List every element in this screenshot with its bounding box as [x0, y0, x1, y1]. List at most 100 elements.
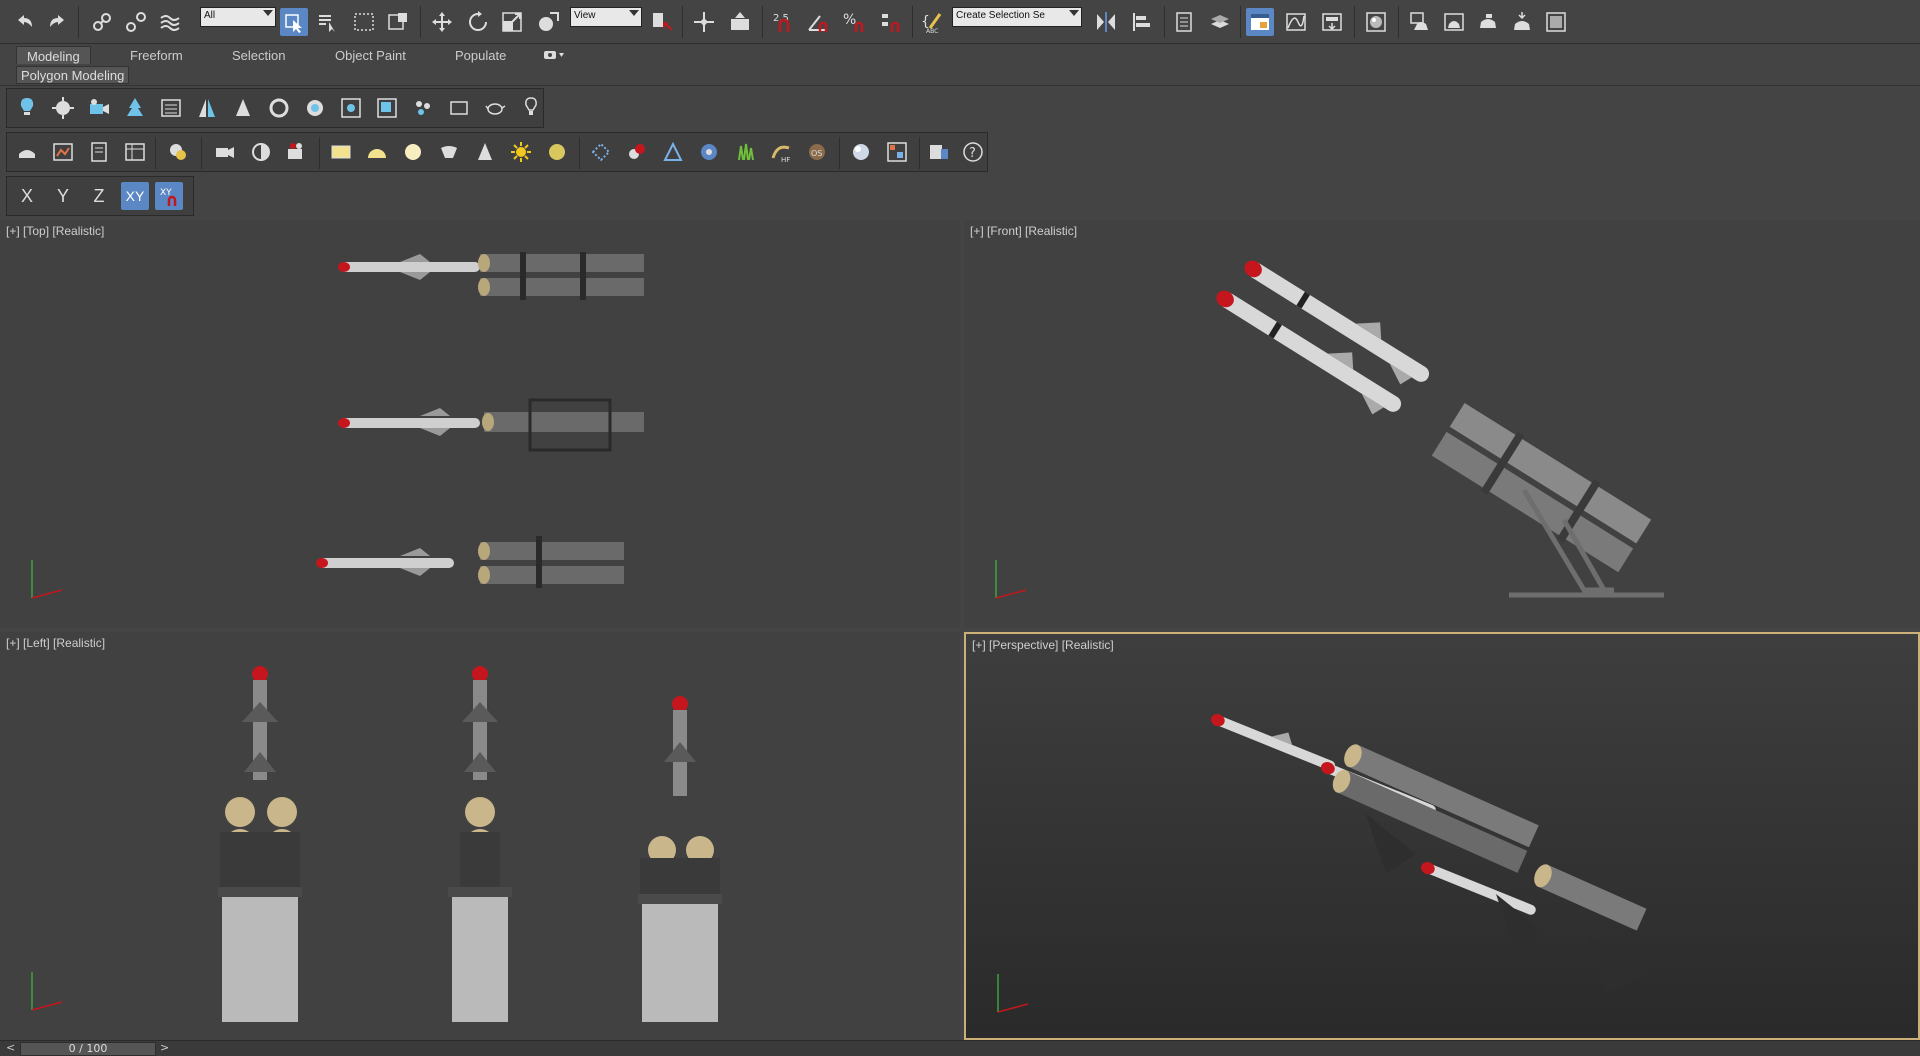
create-tube-icon[interactable]	[301, 94, 329, 122]
viewport-perspective[interactable]: [+] [Perspective] [Realistic]	[964, 632, 1920, 1040]
tab-populate[interactable]: Populate	[445, 46, 516, 64]
create-box-light-icon[interactable]	[327, 138, 355, 166]
layer-explorer-icon[interactable]	[1170, 8, 1198, 36]
environment-icon[interactable]	[1542, 8, 1570, 36]
viewport-left[interactable]: [+] [Left] [Realistic]	[0, 632, 960, 1040]
select-object-icon[interactable]	[280, 8, 308, 36]
render-table-icon[interactable]	[121, 138, 149, 166]
timeline-prev-button[interactable]: <	[6, 1041, 15, 1054]
tab-modeling[interactable]: Modeling	[16, 46, 91, 64]
render-list-icon[interactable]	[85, 138, 113, 166]
fur-icon[interactable]	[623, 138, 651, 166]
link-icon[interactable]	[88, 8, 116, 36]
create-ambient-icon[interactable]	[543, 138, 571, 166]
teapot-render-icon[interactable]	[13, 138, 41, 166]
edit-named-selection-icon[interactable]: {ABC	[918, 8, 946, 36]
create-teapot-icon[interactable]	[481, 94, 509, 122]
svg-text:ABC: ABC	[926, 28, 938, 34]
material-library-icon[interactable]	[883, 138, 911, 166]
create-pyramid-icon[interactable]	[337, 94, 365, 122]
rendered-frame-window-icon[interactable]	[1440, 8, 1468, 36]
align-icon[interactable]	[1128, 8, 1156, 36]
toggle-layer-icon[interactable]	[1206, 8, 1234, 36]
constrain-xy-button[interactable]: XY	[121, 182, 149, 210]
displacement-icon[interactable]	[659, 138, 687, 166]
reference-coordinate-dropdown[interactable]: View	[570, 7, 642, 27]
camera-sequencer-icon[interactable]	[211, 138, 239, 166]
create-geometry-icon[interactable]	[49, 94, 77, 122]
svg-text:HF: HF	[781, 156, 790, 164]
redo-icon[interactable]	[44, 8, 72, 36]
light-lister-icon[interactable]	[165, 138, 193, 166]
create-particles-icon[interactable]	[409, 94, 437, 122]
move-icon[interactable]	[428, 8, 456, 36]
axis-constraint-snap-icon[interactable]: XY	[155, 182, 183, 210]
select-by-name-icon[interactable]	[314, 8, 342, 36]
percent-snap-icon[interactable]: %	[840, 8, 868, 36]
scale-icon[interactable]	[498, 8, 526, 36]
create-dome-icon[interactable]	[363, 138, 391, 166]
viewport-top[interactable]: [+] [Top] [Realistic]	[0, 220, 960, 628]
create-cone-icon[interactable]	[229, 94, 257, 122]
create-sphere-light-icon[interactable]	[399, 138, 427, 166]
tab-selection[interactable]: Selection	[222, 46, 295, 64]
proxy-icon[interactable]	[587, 138, 615, 166]
keyboard-shortcut-override-icon[interactable]	[726, 8, 754, 36]
frame-buffer-icon[interactable]	[925, 138, 953, 166]
create-light-icon[interactable]	[13, 94, 41, 122]
window-crossing-icon[interactable]	[384, 8, 412, 36]
tab-freeform[interactable]: Freeform	[120, 46, 193, 64]
viewport-front[interactable]: [+] [Front] [Realistic]	[964, 220, 1920, 628]
create-sun-icon[interactable]	[507, 138, 535, 166]
polygon-modeling-panel[interactable]: Polygon Modeling	[16, 66, 130, 84]
render-production-icon[interactable]	[1474, 8, 1502, 36]
pivot-point-icon[interactable]	[648, 8, 676, 36]
angle-snap-icon[interactable]	[804, 8, 832, 36]
grass-icon[interactable]	[731, 138, 759, 166]
material-editor-icon[interactable]	[1362, 8, 1390, 36]
named-selection-set-dropdown[interactable]: Create Selection Se	[952, 7, 1082, 27]
select-manipulate-icon[interactable]	[690, 8, 718, 36]
render-frame-icon[interactable]	[49, 138, 77, 166]
bind-space-warp-icon[interactable]	[156, 8, 184, 36]
unlink-icon[interactable]	[122, 8, 150, 36]
tab-object-paint[interactable]: Object Paint	[325, 46, 416, 64]
create-box-icon[interactable]	[373, 94, 401, 122]
undo-icon[interactable]	[10, 8, 38, 36]
rotate-icon[interactable]	[464, 8, 492, 36]
create-foliage-icon[interactable]	[121, 94, 149, 122]
render-setup-icon[interactable]	[1406, 8, 1434, 36]
create-ies-icon[interactable]	[435, 138, 463, 166]
create-rotate-icon[interactable]	[265, 94, 293, 122]
create-bulb-icon[interactable]	[517, 94, 545, 122]
snaps-toggle-icon[interactable]: 2.5	[768, 8, 800, 36]
svg-text:OS: OS	[811, 149, 822, 158]
selection-filter-dropdown[interactable]: All	[200, 7, 276, 27]
exposure-control-icon[interactable]	[247, 138, 275, 166]
hair-fur-icon[interactable]: HF	[767, 138, 795, 166]
create-spot-icon[interactable]	[471, 138, 499, 166]
schematic-view-icon[interactable]	[1318, 8, 1346, 36]
ribbon-options-icon[interactable]	[543, 49, 565, 61]
timeline-next-button[interactable]: >	[160, 1041, 169, 1054]
placement-icon[interactable]	[534, 8, 562, 36]
create-mirror-icon[interactable]	[193, 94, 221, 122]
constrain-z-button[interactable]: Z	[85, 182, 113, 210]
constrain-y-button[interactable]: Y	[49, 182, 77, 210]
constrain-x-button[interactable]: X	[13, 182, 41, 210]
spinner-snap-icon[interactable]	[876, 8, 904, 36]
create-list-icon[interactable]	[157, 94, 185, 122]
render-in-cloud-icon[interactable]	[1508, 8, 1536, 36]
scene-explorer-icon[interactable]	[1246, 8, 1274, 36]
settings-gear-icon[interactable]	[695, 138, 723, 166]
help-icon[interactable]: ?	[959, 138, 987, 166]
time-slider[interactable]: 0 / 100	[20, 1042, 156, 1056]
material-sphere-icon[interactable]	[847, 138, 875, 166]
render-camera-icon[interactable]	[283, 138, 311, 166]
create-camera-icon[interactable]	[85, 94, 113, 122]
mirror-icon[interactable]	[1092, 8, 1120, 36]
vray-object-icon[interactable]: OS	[803, 138, 831, 166]
rect-selection-region-icon[interactable]	[350, 8, 378, 36]
create-plane-icon[interactable]	[445, 94, 473, 122]
curve-editor-icon[interactable]	[1282, 8, 1310, 36]
